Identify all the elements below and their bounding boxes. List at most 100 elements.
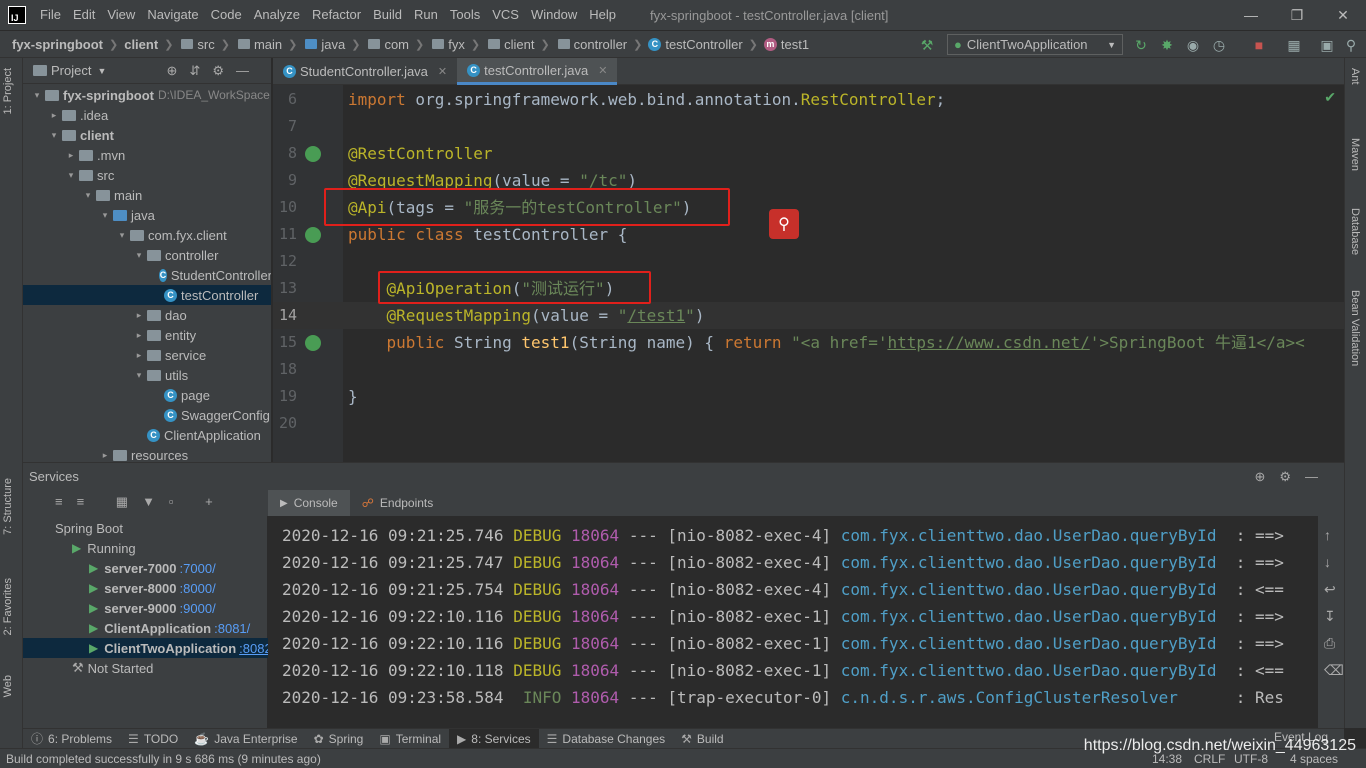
service-item[interactable]: ▶ Running [23,538,268,558]
service-item[interactable]: ▶ server-7000:7000/ [23,558,268,578]
menu-run[interactable]: Run [408,0,444,30]
chevron-right-icon[interactable]: ▸ [99,450,111,461]
tree-item[interactable]: ▸ service [23,345,271,365]
build-hammer-icon[interactable]: ⚒ [918,36,936,54]
bottom-tab[interactable]: ⚒ Build [673,729,731,749]
chevron-down-icon[interactable]: ▾ [133,370,145,381]
breadcrumb-item[interactable]: fyx-springboot [12,37,103,52]
chevron-down-icon[interactable]: ▾ [133,250,145,261]
tree-item[interactable]: CtestController [23,285,271,305]
tree-item[interactable]: ▾ controller [23,245,271,265]
menu-file[interactable]: File [34,0,67,30]
tool-tab-web[interactable]: Web [2,675,14,697]
tool-tab-project[interactable]: 1: Project [2,68,14,114]
console-side-icons[interactable]: ↑ ↓ ↩ ↧ ⎙ ⌫ [1324,522,1344,684]
tree-item[interactable]: ▾ main [23,185,271,205]
tool-tab-database[interactable]: Database [1349,208,1361,255]
chevron-down-icon[interactable]: ▾ [31,90,43,101]
service-port-link[interactable]: :8000/ [180,581,216,596]
tool-tab-bean-validation[interactable]: Bean Validation [1349,290,1361,366]
bottom-tab[interactable]: ☰ TODO [120,729,186,749]
breadcrumb-item[interactable]: CtestController [648,37,743,52]
service-item[interactable]: ▶ ClientApplication:8081/ [23,618,268,638]
menu-help[interactable]: Help [583,0,622,30]
close-window-icon[interactable]: ✕ [1320,0,1366,30]
chevron-down-icon[interactable]: ▾ [48,130,60,141]
close-tab-icon[interactable]: ✕ [438,65,447,78]
search-icon[interactable]: ⚲ [769,209,799,239]
chevron-right-icon[interactable]: ▸ [133,350,145,361]
tool-tab-structure[interactable]: 7: Structure [2,478,14,535]
debug-icon[interactable]: ✸ [1158,36,1176,54]
tree-item[interactable]: ▸ .mvn [23,145,271,165]
breadcrumb-item[interactable]: com [366,37,409,52]
tree-item[interactable]: ▾ java [23,205,271,225]
editor-tab[interactable]: CtestController.java ✕ [457,58,618,85]
tree-item[interactable]: C ClientApplication [23,425,271,445]
spring-bean-gutter-icon[interactable] [305,146,321,162]
service-port-link[interactable]: :9000/ [180,601,216,616]
chevron-right-icon[interactable]: ▸ [133,310,145,321]
service-item[interactable]: ▶ server-8000:8000/ [23,578,268,598]
service-item[interactable]: ▶ server-9000:9000/ [23,598,268,618]
restore-icon[interactable]: ❐ [1274,0,1320,30]
tree-item[interactable]: ▸ resources [23,445,271,463]
services-toolbar-icons[interactable]: ≡≡ ▦▼▫ + [55,494,227,510]
bottom-tab[interactable]: ✿ Spring [306,729,372,749]
chevron-down-icon[interactable]: ▼ [97,66,106,76]
profile-icon[interactable]: ◷ [1210,36,1228,54]
spring-bean-gutter-icon[interactable] [305,227,321,243]
project-structure-icon[interactable]: ▦ [1285,36,1303,54]
tree-item[interactable]: C StudentController [23,265,271,285]
close-tab-icon[interactable]: ✕ [598,64,607,77]
breadcrumb-item[interactable]: controller [556,37,627,52]
tool-tab-maven[interactable]: Maven [1349,138,1361,171]
service-port-link[interactable]: :7000/ [180,561,216,576]
service-item[interactable]: Spring Boot [23,518,268,538]
chevron-down-icon[interactable]: ▾ [65,170,77,181]
coverage-icon[interactable]: ◉ [1184,36,1202,54]
tree-item[interactable]: ▾ client [23,125,271,145]
search-everywhere-icon[interactable]: ⚲ [1342,36,1360,54]
menu-window[interactable]: Window [525,0,583,30]
tool-tab-ant[interactable]: Ant [1349,68,1361,85]
menu-navigate[interactable]: Navigate [141,0,204,30]
menu-build[interactable]: Build [367,0,408,30]
tree-item[interactable]: ▾ src [23,165,271,185]
bottom-tab[interactable]: ▶ 8: Services [449,728,539,749]
chevron-down-icon[interactable]: ▾ [82,190,94,201]
minimize-icon[interactable]: — [1228,0,1274,30]
stop-icon[interactable]: ■ [1250,36,1268,54]
breadcrumb-item[interactable]: client [486,37,534,52]
services-actions[interactable]: ⊕⚙— [1254,469,1332,485]
tree-item[interactable]: ▸ dao [23,305,271,325]
chevron-right-icon[interactable]: ▸ [133,330,145,341]
menu-code[interactable]: Code [205,0,248,30]
breadcrumb-item[interactable]: java [303,37,345,52]
menu-view[interactable]: View [101,0,141,30]
breadcrumb-item[interactable]: main [236,37,282,52]
chevron-right-icon[interactable]: ▸ [65,150,77,161]
panel-actions[interactable]: ⊕⇵⚙— [167,63,261,79]
run-configuration-select[interactable]: ● ClientTwoApplication ▼ [947,34,1123,55]
breadcrumb-item[interactable]: client [124,37,158,52]
breadcrumb-item[interactable]: src [179,37,215,52]
tree-item[interactable]: C SwaggerConfig [23,405,271,425]
tab-endpoints[interactable]: ☍ Endpoints [350,490,446,516]
project-panel-title[interactable]: Project [51,63,91,78]
breadcrumb-item[interactable]: m test1 [763,37,809,52]
menu-tools[interactable]: Tools [444,0,486,30]
tool-tab-favorites[interactable]: 2: Favorites [2,578,14,635]
bottom-tab[interactable]: ☕ Java Enterprise [186,729,305,749]
menu-edit[interactable]: Edit [67,0,101,30]
code-editor[interactable]: 6 import org.springframework.web.bind.ann… [273,85,1344,462]
tree-item[interactable]: ▾ fyx-springboot D:\IDEA_WorkSpace [23,85,271,105]
tree-item[interactable]: ▸ .idea [23,105,271,125]
chevron-right-icon[interactable]: ▸ [48,110,60,121]
tab-console[interactable]: ▶ Console [268,490,350,516]
bottom-tab[interactable]: ☰ Database Changes [539,729,674,749]
menu-analyze[interactable]: Analyze [248,0,306,30]
chevron-down-icon[interactable]: ▾ [116,230,128,241]
spring-bean-gutter-icon[interactable] [305,335,321,351]
tree-item[interactable]: ▾ utils [23,365,271,385]
